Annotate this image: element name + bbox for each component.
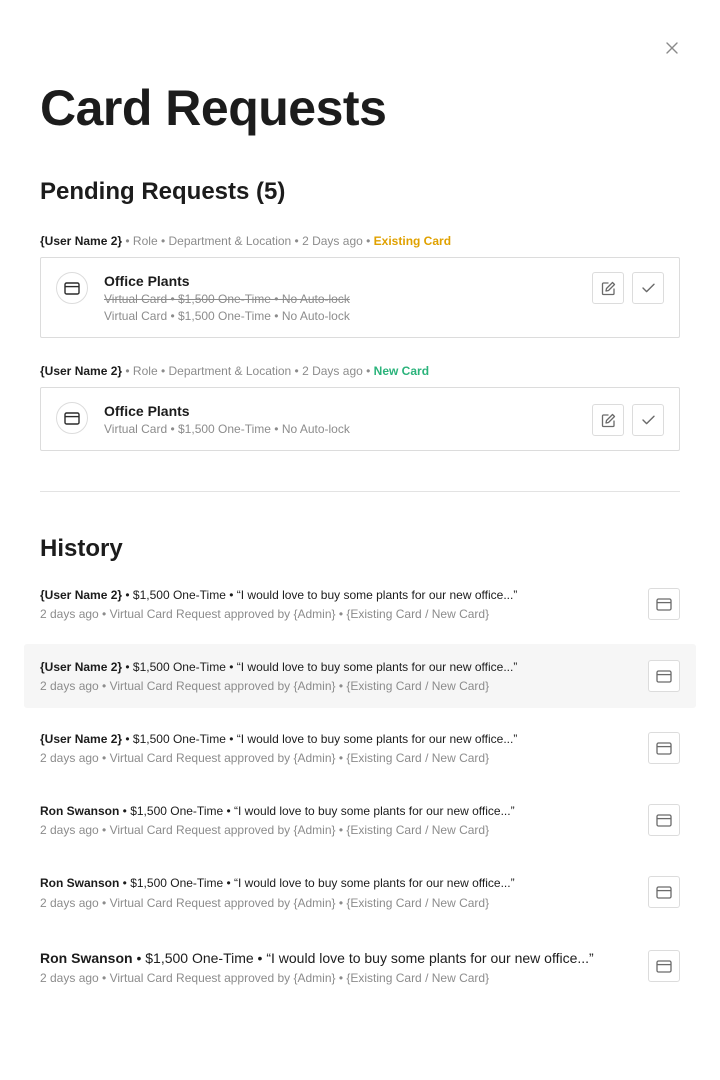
- credit-card-icon: [656, 669, 672, 683]
- card-detail: Virtual Card • $1,500 One-Time • No Auto…: [104, 422, 350, 436]
- approve-button[interactable]: [632, 272, 664, 304]
- existing-card-tag: Existing Card: [373, 234, 452, 248]
- view-card-button[interactable]: [648, 588, 680, 620]
- section-divider: [40, 491, 680, 492]
- credit-card-icon: [64, 411, 80, 425]
- history-summary-text: • $1,500 One-Time • “I would love to buy…: [119, 804, 515, 818]
- history-row: Ron Swanson • $1,500 One-Time • “I would…: [24, 860, 696, 924]
- request-user-name[interactable]: {User Name 2}: [40, 364, 122, 378]
- close-button[interactable]: [660, 36, 684, 60]
- history-status: 2 days ago • Virtual Card Request approv…: [40, 751, 490, 765]
- history-row: Ron Swanson • $1,500 One-Time • “I would…: [24, 934, 696, 998]
- card-avatar: [56, 402, 88, 434]
- card-previous-detail: Virtual Card • $1,500 One-Time • No Auto…: [104, 292, 350, 306]
- view-card-button[interactable]: [648, 732, 680, 764]
- history-summary-text: • $1,500 One-Time • “I would love to buy…: [132, 950, 594, 966]
- history-user-name[interactable]: Ron Swanson: [40, 950, 133, 966]
- card-avatar: [56, 272, 88, 304]
- request-user-name[interactable]: {User Name 2}: [40, 234, 122, 248]
- view-card-button[interactable]: [648, 950, 680, 982]
- history-row: {User Name 2} • $1,500 One-Time • “I wou…: [24, 644, 696, 708]
- history-user-name[interactable]: Ron Swanson: [40, 876, 119, 890]
- credit-card-icon: [656, 959, 672, 973]
- history-user-name[interactable]: {User Name 2}: [40, 660, 122, 674]
- credit-card-icon: [656, 741, 672, 755]
- history-status: 2 days ago • Virtual Card Request approv…: [40, 607, 490, 621]
- history-status: 2 days ago • Virtual Card Request approv…: [40, 823, 490, 837]
- view-card-button[interactable]: [648, 804, 680, 836]
- history-status: 2 days ago • Virtual Card Request approv…: [40, 971, 490, 985]
- card-detail: Virtual Card • $1,500 One-Time • No Auto…: [104, 309, 350, 323]
- check-icon: [641, 415, 655, 425]
- page-title: Card Requests: [40, 80, 387, 136]
- check-icon: [641, 283, 655, 293]
- view-card-button[interactable]: [648, 876, 680, 908]
- history-status: 2 days ago • Virtual Card Request approv…: [40, 679, 490, 693]
- request-card: Office Plants Virtual Card • $1,500 One-…: [40, 387, 680, 451]
- card-name: Office Plants: [104, 403, 190, 419]
- edit-icon: [601, 281, 615, 295]
- history-summary: Ron Swanson • $1,500 One-Time • “I would…: [40, 875, 515, 891]
- history-summary: {User Name 2} • $1,500 One-Time • “I wou…: [40, 731, 517, 747]
- history-summary: Ron Swanson • $1,500 One-Time • “I would…: [40, 803, 515, 819]
- edit-icon: [601, 413, 615, 427]
- history-summary-text: • $1,500 One-Time • “I would love to buy…: [119, 876, 515, 890]
- request-meta-details: • Role • Department & Location • 2 Days …: [122, 234, 374, 248]
- history-user-name[interactable]: Ron Swanson: [40, 804, 119, 818]
- history-user-name[interactable]: {User Name 2}: [40, 732, 122, 746]
- history-summary: {User Name 2} • $1,500 One-Time • “I wou…: [40, 659, 517, 675]
- request-meta: {User Name 2} • Role • Department & Loca…: [40, 363, 429, 379]
- credit-card-icon: [64, 281, 80, 295]
- new-card-tag: New Card: [373, 364, 430, 378]
- history-row: Ron Swanson • $1,500 One-Time • “I would…: [24, 788, 696, 852]
- close-icon: [666, 42, 678, 54]
- history-summary: Ron Swanson • $1,500 One-Time • “I would…: [40, 949, 594, 967]
- request-meta-details: • Role • Department & Location • 2 Days …: [122, 364, 374, 378]
- credit-card-icon: [656, 813, 672, 827]
- history-summary-text: • $1,500 One-Time • “I would love to buy…: [122, 732, 518, 746]
- card-name: Office Plants: [104, 273, 190, 289]
- request-card: Office Plants Virtual Card • $1,500 One-…: [40, 257, 680, 338]
- history-user-name[interactable]: {User Name 2}: [40, 588, 122, 602]
- history-status: 2 days ago • Virtual Card Request approv…: [40, 896, 490, 910]
- history-row: {User Name 2} • $1,500 One-Time • “I wou…: [24, 716, 696, 780]
- edit-button[interactable]: [592, 272, 624, 304]
- credit-card-icon: [656, 885, 672, 899]
- approve-button[interactable]: [632, 404, 664, 436]
- history-summary: {User Name 2} • $1,500 One-Time • “I wou…: [40, 587, 517, 603]
- edit-button[interactable]: [592, 404, 624, 436]
- request-meta: {User Name 2} • Role • Department & Loca…: [40, 233, 451, 249]
- history-summary-text: • $1,500 One-Time • “I would love to buy…: [122, 588, 518, 602]
- history-summary-text: • $1,500 One-Time • “I would love to buy…: [122, 660, 518, 674]
- history-title: History: [40, 535, 123, 562]
- view-card-button[interactable]: [648, 660, 680, 692]
- history-row: {User Name 2} • $1,500 One-Time • “I wou…: [24, 572, 696, 636]
- pending-requests-title: Pending Requests (5): [40, 178, 286, 205]
- credit-card-icon: [656, 597, 672, 611]
